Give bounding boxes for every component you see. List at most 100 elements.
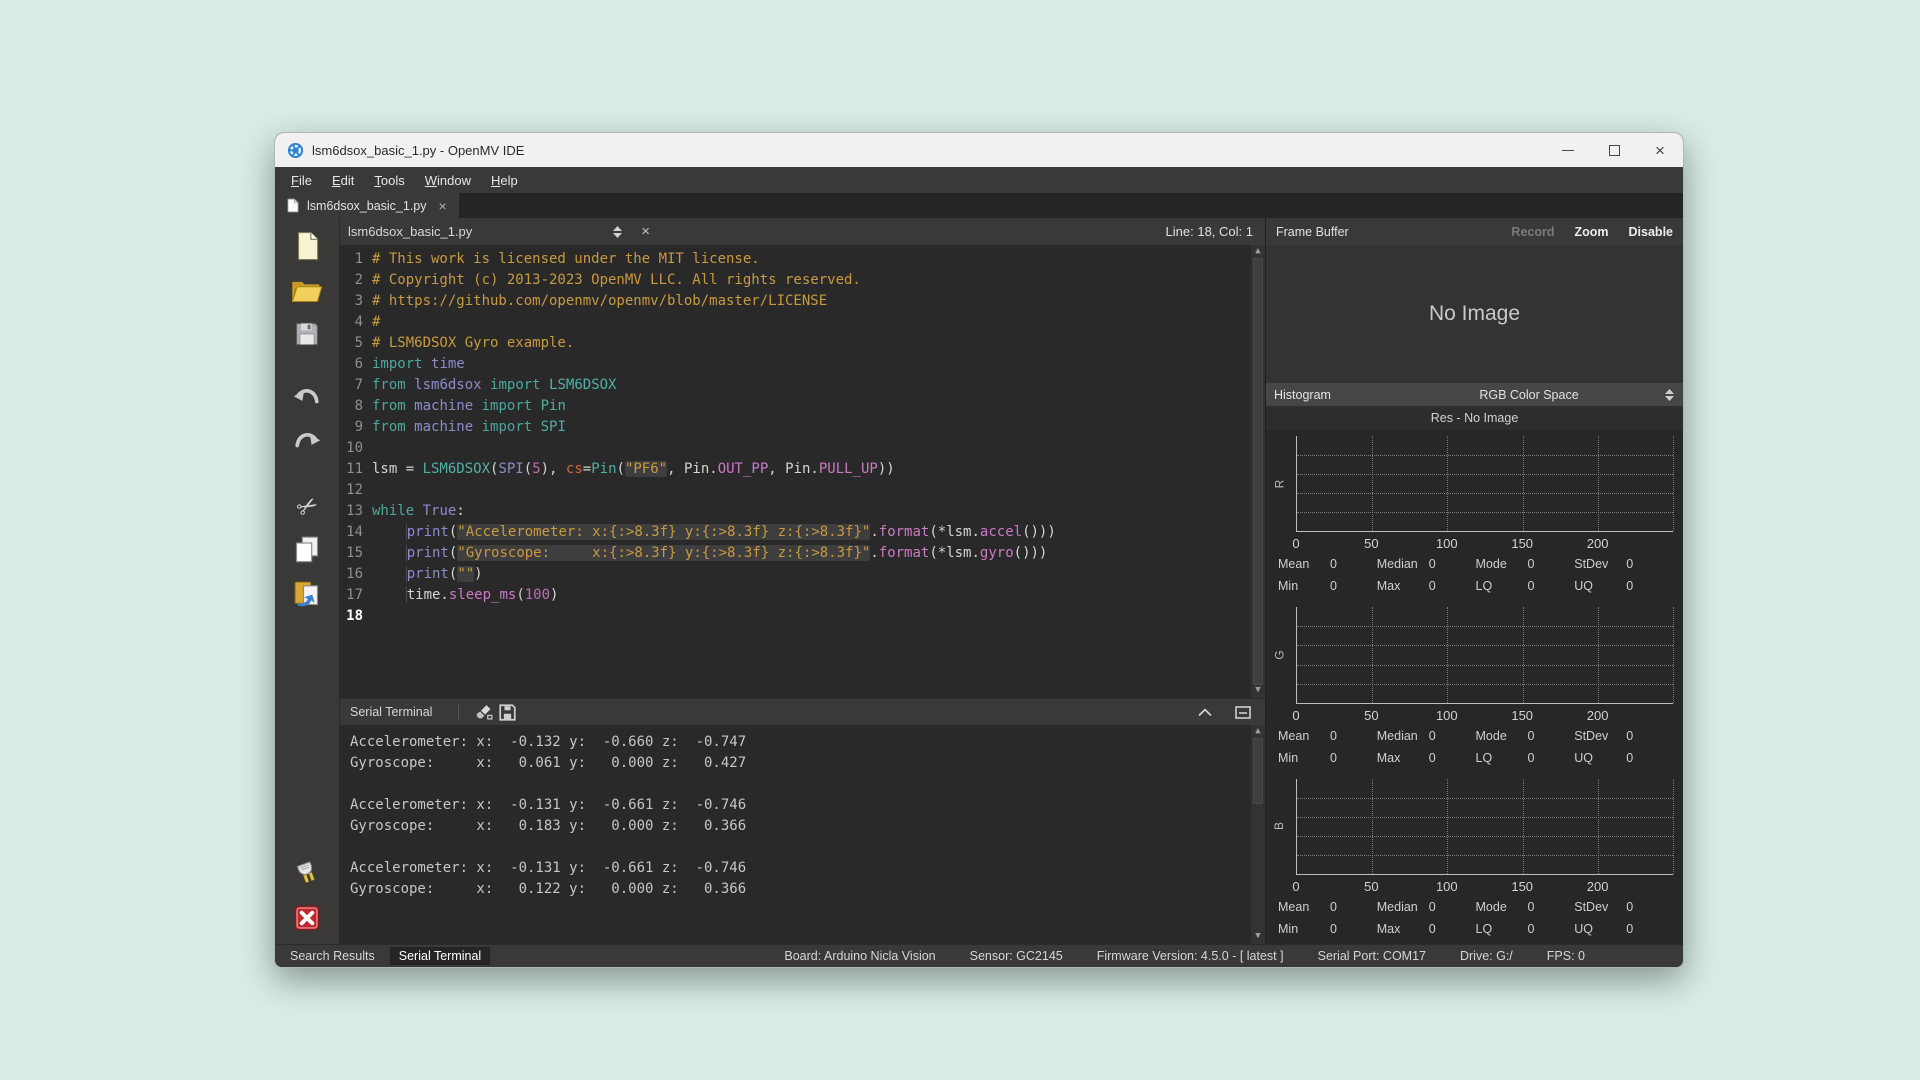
stop-button[interactable] (289, 900, 325, 936)
title-bar[interactable]: lsm6dsox_basic_1.py - OpenMV IDE × (275, 133, 1683, 167)
code-editor[interactable]: 1 # This work is licensed under the MIT l… (340, 245, 1265, 698)
code-line[interactable]: 4 # (340, 312, 1251, 333)
undo-button[interactable] (289, 380, 325, 416)
frame-buffer-header: Frame Buffer Record Zoom Disable (1266, 218, 1683, 245)
disable-button[interactable]: Disable (1629, 225, 1673, 239)
menu-item-file[interactable]: File (281, 170, 322, 191)
code-line[interactable]: 12 (340, 480, 1251, 501)
scroll-up-icon[interactable]: ▲ (1255, 726, 1260, 738)
stat-min: Min 0 (1278, 921, 1337, 936)
close-button[interactable]: × (1637, 133, 1683, 167)
terminal-title: Serial Terminal (350, 705, 433, 719)
connect-button[interactable] (289, 856, 325, 892)
copy-icon (294, 536, 320, 564)
tab-lsm6dsox-basic-1[interactable]: lsm6dsox_basic_1.py × (275, 193, 459, 218)
code-text: # Copyright (c) 2013-2023 OpenMV LLC. Al… (372, 272, 861, 288)
split-arrows-icon[interactable] (612, 225, 623, 239)
scroll-up-icon[interactable]: ▲ (1255, 246, 1260, 258)
x-tick: 50 (1364, 536, 1379, 552)
menu-item-help[interactable]: Help (481, 170, 528, 191)
scroll-down-icon[interactable]: ▼ (1255, 685, 1260, 697)
stat-uq: UQ 0 (1574, 921, 1634, 936)
code-line[interactable]: 3 # https://github.com/openmv/openmv/blob… (340, 291, 1251, 312)
code-text: # https://github.com/openmv/openmv/blob/… (372, 293, 828, 309)
color-space-select[interactable]: RGB Color Space (1394, 388, 1664, 402)
status-tab-search-results[interactable]: Search Results (281, 947, 384, 965)
code-line[interactable]: 6 import time (340, 354, 1251, 375)
open-folder-icon (291, 277, 323, 304)
code-line[interactable]: 2 # Copyright (c) 2013-2023 OpenMV LLC. A… (340, 270, 1251, 291)
code-line[interactable]: 15 print("Gyroscope: x:{:>8.3f} y:{:>8.3… (340, 543, 1251, 564)
code-line[interactable]: 7 from lsm6dsox import LSM6DSOX (340, 375, 1251, 396)
save-log-button[interactable] (495, 701, 519, 723)
cut-button[interactable]: ✂ (289, 488, 325, 524)
clear-terminal-button[interactable] (471, 701, 495, 723)
line-number: 13 (346, 503, 363, 519)
status-tab-serial-terminal[interactable]: Serial Terminal (389, 947, 491, 965)
open-file-button[interactable] (289, 272, 325, 308)
code-line[interactable]: 17 time.sleep_ms(100) (340, 585, 1251, 606)
status-item[interactable]: Serial Port: COM17 (1318, 949, 1426, 963)
save-file-button[interactable] (289, 316, 325, 352)
code-text: from lsm6dsox import LSM6DSOX (372, 377, 617, 393)
detach-terminal-button[interactable] (1231, 701, 1255, 723)
serial-terminal[interactable]: Accelerometer: x: -0.132 y: -0.660 z: -0… (340, 725, 1265, 944)
code-text: print("Gyroscope: x:{:>8.3f} y:{:>8.3f} … (372, 543, 1047, 564)
code-text: # This work is licensed under the MIT li… (372, 251, 760, 267)
scroll-down-icon[interactable]: ▼ (1255, 931, 1260, 943)
resolution-text: Res - No Image (1266, 406, 1683, 430)
stat-min: Min 0 (1278, 579, 1337, 594)
x-tick: 0 (1292, 536, 1300, 552)
menu-item-tools[interactable]: Tools (364, 170, 414, 191)
line-number: 10 (346, 440, 363, 456)
code-line[interactable]: 9 from machine import SPI (340, 417, 1251, 438)
document-selector[interactable]: lsm6dsox_basic_1.py × (348, 223, 650, 240)
code-line[interactable]: 1 # This work is licensed under the MIT l… (340, 249, 1251, 270)
new-file-button[interactable] (289, 228, 325, 264)
terminal-line: Accelerometer: x: -0.132 y: -0.660 z: -0… (350, 734, 747, 750)
frame-buffer-title: Frame Buffer (1276, 224, 1349, 239)
status-item[interactable]: FPS: 0 (1547, 949, 1585, 963)
zoom-button[interactable]: Zoom (1575, 225, 1609, 239)
tab-close-icon[interactable]: × (439, 199, 447, 213)
stat-uq: UQ 0 (1574, 750, 1634, 765)
code-line[interactable]: 10 (340, 438, 1251, 459)
status-item[interactable]: Board: Arduino Nicla Vision (784, 949, 935, 963)
maximize-button[interactable] (1591, 133, 1637, 167)
minimize-button[interactable] (1545, 133, 1591, 167)
editor-scrollbar[interactable]: ▲ ▼ (1251, 245, 1265, 698)
terminal-output[interactable]: Accelerometer: x: -0.132 y: -0.660 z: -0… (340, 725, 1251, 944)
histogram-channel-r: R 0 50 100 150 200 Mean 0 Median 0 Mode 0 StDev 0 Min 0… (1266, 430, 1683, 601)
status-item[interactable]: Drive: G:/ (1460, 949, 1513, 963)
status-item[interactable]: Firmware Version: 4.5.0 - [ latest ] (1097, 949, 1284, 963)
code-line[interactable]: 11 lsm = LSM6DSOX(SPI(5), cs=Pin("PF6", P… (340, 459, 1251, 480)
menu-item-window[interactable]: Window (415, 170, 481, 191)
histogram-channel-g: G 0 50 100 150 200 Mean 0 Median 0 Mode 0 StDev 0 Min 0… (1266, 601, 1683, 772)
copy-button[interactable] (289, 532, 325, 568)
terminal-line: Gyroscope: x: 0.183 y: 0.000 z: 0.366 (350, 818, 747, 834)
menu-item-edit[interactable]: Edit (322, 170, 364, 191)
code-line[interactable]: 5 # LSM6DSOX Gyro example. (340, 333, 1251, 354)
collapse-terminal-button[interactable] (1193, 701, 1217, 723)
code-text: from machine import Pin (372, 398, 566, 414)
line-number: 9 (354, 419, 363, 435)
paste-button[interactable] (289, 576, 325, 612)
code-lines[interactable]: 1 # This work is licensed under the MIT l… (340, 245, 1251, 698)
code-text: # (372, 314, 381, 330)
status-item[interactable]: Sensor: GC2145 (970, 949, 1063, 963)
terminal-scrollbar[interactable]: ▲ ▼ (1251, 725, 1265, 944)
scrollbar-thumb[interactable] (1253, 738, 1263, 804)
redo-button[interactable] (289, 424, 325, 460)
maximize-icon (1608, 144, 1620, 156)
code-line[interactable]: 14 print("Accelerometer: x:{:>8.3f} y:{:… (340, 522, 1251, 543)
code-line[interactable]: 18 (340, 606, 1251, 627)
code-line[interactable]: 13 while True: (340, 501, 1251, 522)
split-arrows-icon[interactable] (1664, 388, 1675, 402)
editor-close-icon[interactable]: × (641, 223, 650, 240)
code-line[interactable]: 8 from machine import Pin (340, 396, 1251, 417)
stat-max: Max 0 (1376, 750, 1436, 765)
code-line[interactable]: 16 print("") (340, 564, 1251, 585)
channel-label: B (1272, 822, 1287, 831)
scrollbar-thumb[interactable] (1253, 258, 1263, 685)
